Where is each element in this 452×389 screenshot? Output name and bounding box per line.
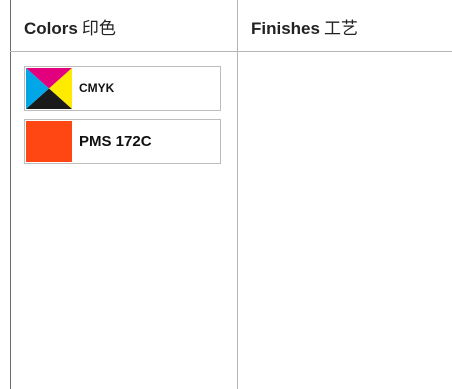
color-swatch-pms[interactable]: PMS 172C [24, 119, 221, 164]
finishes-title-cn: 工艺 [323, 19, 358, 39]
cmyk-swatch-icon [26, 68, 72, 109]
swatch-label-cmyk: CMYK [79, 81, 115, 95]
finishes-column-title: Finishes 工艺 [251, 14, 358, 39]
swatch-label-pms: PMS 172C [79, 133, 152, 150]
panel-left-border [10, 0, 11, 389]
finishes-title-en: Finishes [251, 19, 320, 38]
colors-title-en: Colors [24, 19, 78, 38]
print-spec-panel: Colors 印色 Finishes 工艺 CMYK PMS 172C [0, 0, 452, 389]
color-swatch-cmyk[interactable]: CMYK [24, 66, 221, 111]
header-divider [10, 51, 452, 52]
colors-column-title: Colors 印色 [24, 14, 116, 39]
pms-swatch-icon [26, 121, 72, 162]
column-divider [237, 0, 238, 389]
colors-title-cn: 印色 [81, 19, 116, 39]
